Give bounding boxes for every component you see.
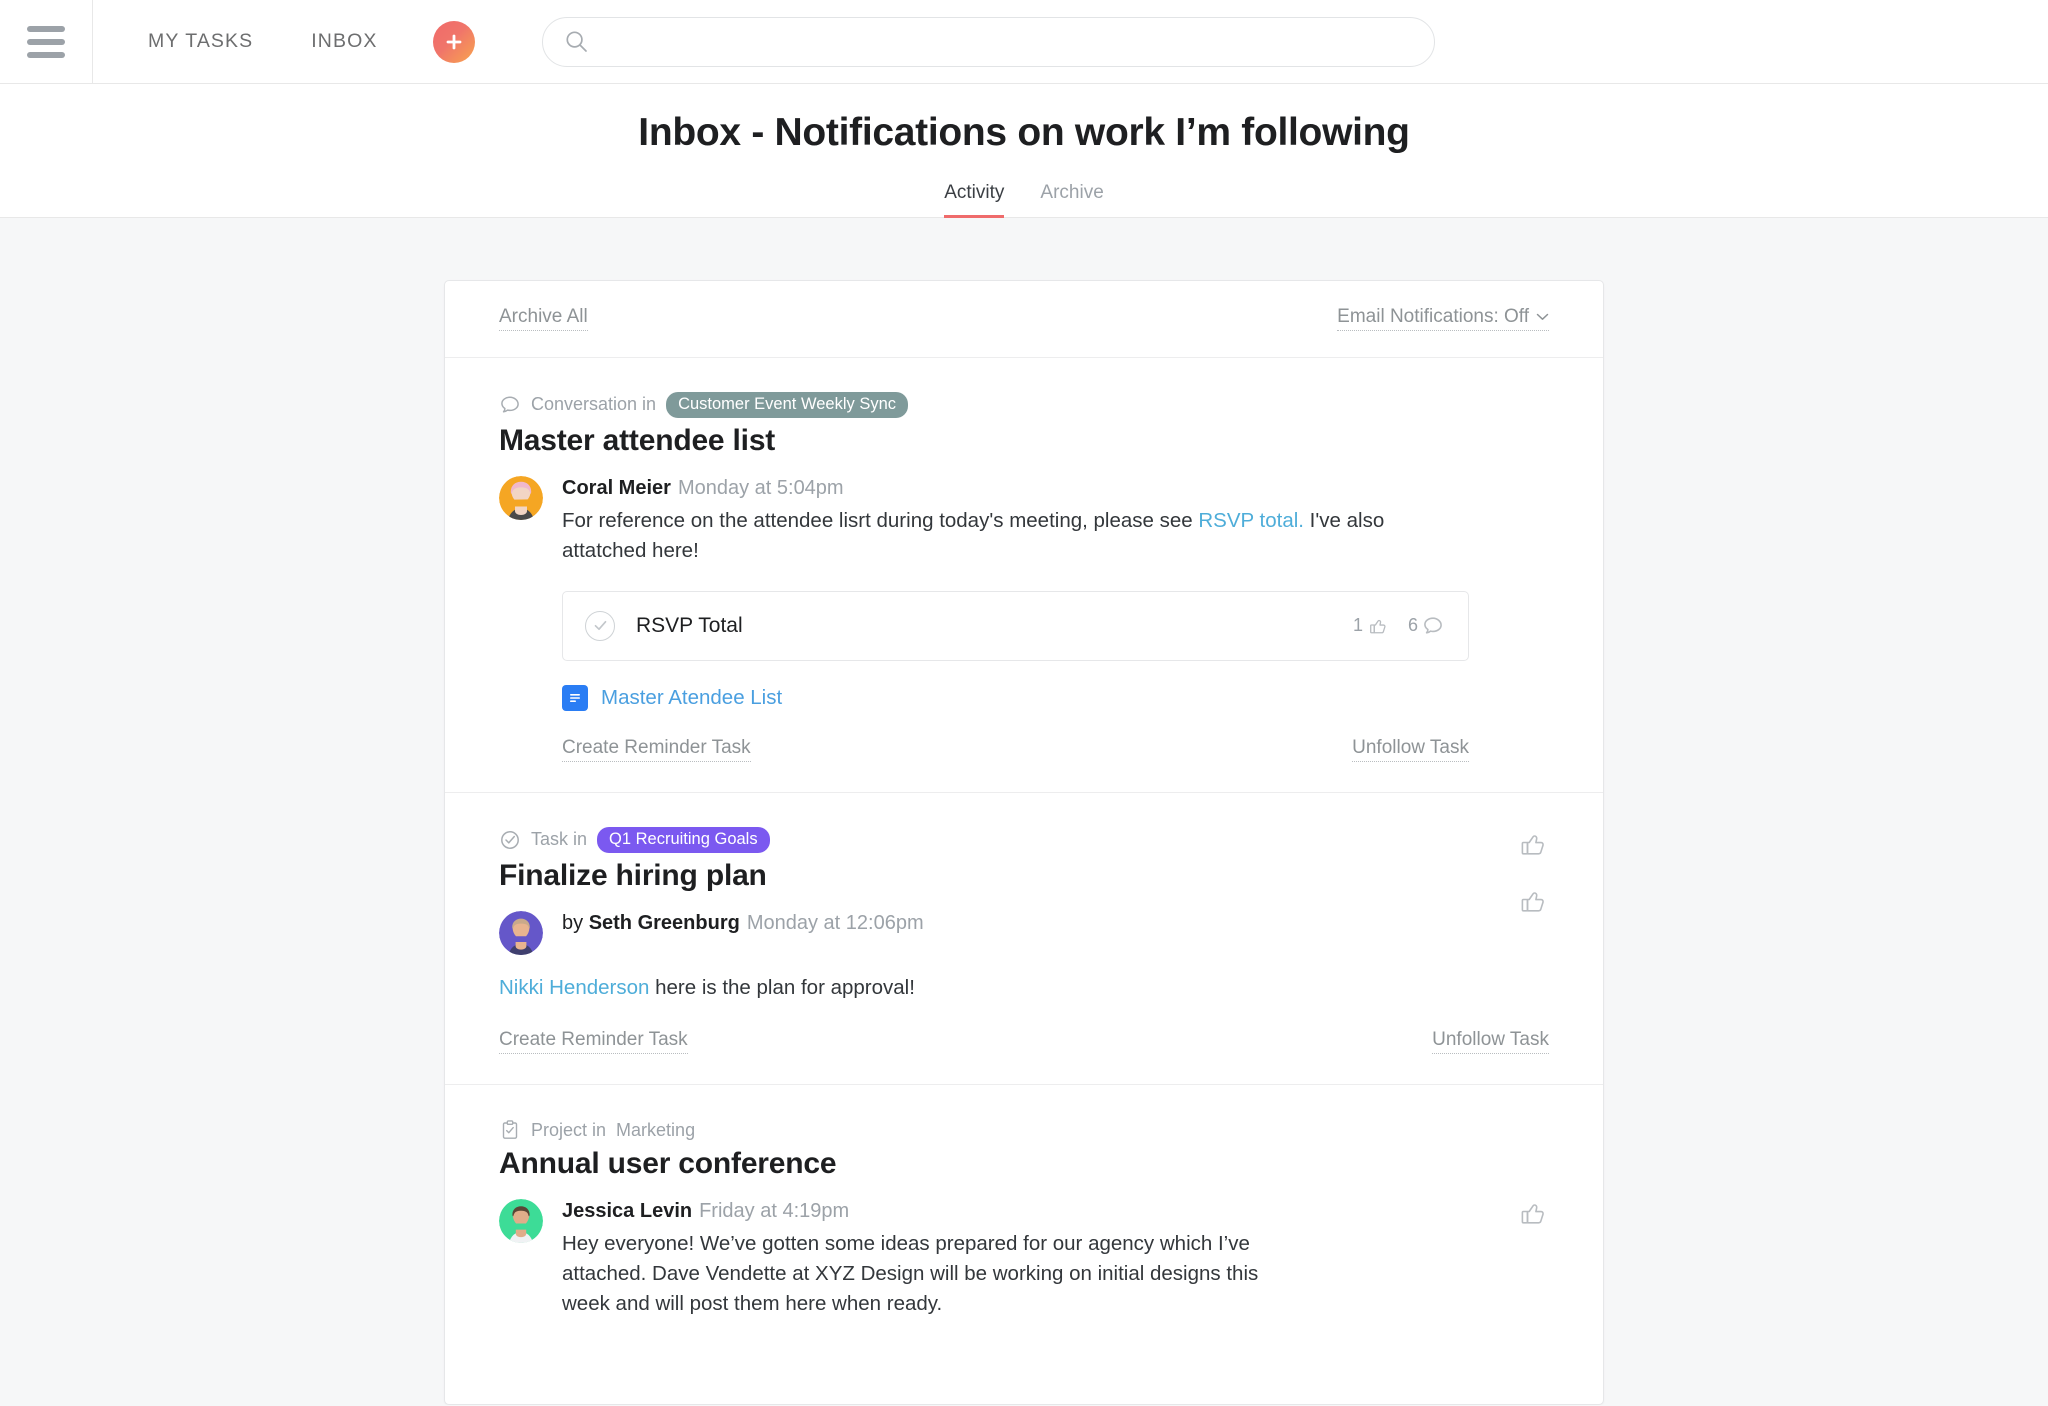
search-input[interactable]: [602, 31, 1413, 52]
main-content: Archive All Email Notifications: Off Con…: [0, 218, 2048, 1405]
notification-actions: Create Reminder Task Unfollow Task: [499, 1029, 1549, 1055]
page-title: Inbox - Notifications on work I’m follow…: [638, 111, 1410, 154]
message-body: Jessica Levin Friday at 4:19pm Hey everyo…: [562, 1197, 1549, 1319]
sidebar-toggle-button[interactable]: [0, 0, 93, 84]
message-text: Nikki Henderson here is the plan for app…: [499, 973, 1549, 1003]
notification-meta: Task in Q1 Recruiting Goals: [499, 826, 1549, 853]
check-circle-icon[interactable]: [585, 610, 615, 641]
email-notifications-dropdown[interactable]: Email Notifications: Off: [1337, 306, 1549, 332]
page-header: Inbox - Notifications on work I’m follow…: [0, 84, 2048, 218]
message-byline: Coral Meier Monday at 5:04pm: [562, 474, 1469, 503]
message-author[interactable]: Jessica Levin: [562, 1200, 692, 1222]
email-notifications-label: Email Notifications: Off: [1337, 306, 1529, 328]
create-reminder-task-button[interactable]: Create Reminder Task: [499, 1029, 688, 1055]
google-doc-icon: [562, 684, 588, 711]
thumbs-up-icon: [1521, 1204, 1544, 1224]
nav-item-my-tasks[interactable]: MY TASKS: [148, 30, 253, 53]
attached-task-name: RSVP Total: [636, 613, 743, 637]
message-byline: by Seth Greenburg Monday at 12:06pm: [562, 909, 1469, 938]
message-author[interactable]: Seth Greenburg: [589, 912, 740, 934]
attached-task-card[interactable]: RSVP Total 1 6: [562, 590, 1469, 661]
message-byline: Jessica Levin Friday at 4:19pm: [562, 1197, 1469, 1226]
like-count[interactable]: 1: [1353, 615, 1389, 637]
notification-actions: Create Reminder Task Unfollow Task: [562, 737, 1469, 762]
archive-all-label: Archive All: [499, 306, 588, 328]
notification-title[interactable]: Finalize hiring plan: [499, 859, 767, 893]
project-clipboard-icon: [499, 1119, 521, 1141]
notification-meta: Project in Marketing: [499, 1119, 1549, 1141]
notification-meta-prefix: Conversation in: [531, 394, 657, 415]
notification-item: Project in Marketing Annual user confere…: [445, 1085, 1603, 1349]
like-button[interactable]: [1517, 1197, 1549, 1234]
tab-archive[interactable]: Archive: [1040, 182, 1103, 218]
message-row: Coral Meier Monday at 5:04pm For referenc…: [499, 474, 1549, 762]
hamburger-icon: [27, 25, 65, 58]
project-pill[interactable]: Q1 Recruiting Goals: [597, 826, 770, 853]
attachment-name: Master Atendee List: [601, 685, 783, 709]
message-text: Hey everyone! We’ve gotten some ideas pr…: [562, 1232, 1259, 1316]
conversation-icon: [499, 394, 521, 416]
thumbs-up-icon: [1370, 619, 1386, 634]
message-time: Monday at 5:04pm: [677, 476, 844, 499]
thumbs-up-icon: [1521, 892, 1544, 912]
message-time: Monday at 12:06pm: [746, 911, 924, 934]
unfollow-task-button[interactable]: Unfollow Task: [1352, 737, 1469, 762]
notification-list-card: Archive All Email Notifications: Off Con…: [444, 279, 1604, 1405]
top-bar: MY TASKS INBOX: [0, 0, 2048, 84]
message-text: For reference on the attendee lisrt duri…: [562, 506, 1469, 566]
message-author[interactable]: Coral Meier: [562, 477, 671, 499]
message-text-after: here is the plan for approval!: [649, 975, 915, 999]
tab-activity[interactable]: Activity: [944, 182, 1005, 218]
message-by-prefix: by: [562, 911, 589, 934]
attachment-link[interactable]: Master Atendee List: [562, 684, 783, 711]
message-time: Friday at 4:19pm: [699, 1200, 850, 1223]
notification-item: Conversation in Customer Event Weekly Sy…: [445, 358, 1603, 855]
notification-meta: Conversation in Customer Event Weekly Sy…: [499, 391, 1549, 418]
chevron-down-icon: [1536, 314, 1549, 321]
create-reminder-task-button[interactable]: Create Reminder Task: [562, 737, 751, 762]
add-button[interactable]: [433, 20, 476, 63]
search-icon: [566, 31, 588, 52]
nav-item-inbox[interactable]: INBOX: [311, 30, 377, 53]
message-link[interactable]: RSVP total.: [1198, 509, 1304, 532]
notification-title[interactable]: Master attendee list: [499, 424, 775, 458]
notification-toolbar: Archive All Email Notifications: Off: [445, 281, 1603, 358]
comment-icon: [1424, 617, 1442, 634]
message-row: by Seth Greenburg Monday at 12:06pm: [499, 909, 1549, 955]
task-check-icon: [499, 829, 521, 851]
mention-link[interactable]: Nikki Henderson: [499, 976, 649, 999]
tab-bar: Activity Archive: [0, 181, 2048, 218]
avatar[interactable]: [499, 1199, 543, 1244]
message-body: Coral Meier Monday at 5:04pm For referenc…: [562, 474, 1549, 762]
attached-task-stats: 1 6: [1353, 615, 1444, 637]
search-bar[interactable]: [542, 16, 1436, 67]
comment-count-value: 6: [1407, 615, 1418, 636]
archive-all-button[interactable]: Archive All: [499, 306, 588, 332]
plus-icon: [447, 34, 462, 49]
project-pill[interactable]: Customer Event Weekly Sync: [666, 391, 909, 418]
notification-title[interactable]: Annual user conference: [499, 1147, 837, 1181]
comment-count[interactable]: 6: [1408, 615, 1444, 637]
project-name[interactable]: Marketing: [616, 1120, 695, 1141]
message-text-before: For reference on the attendee lisrt duri…: [562, 508, 1199, 532]
notification-item: Task in Q1 Recruiting Goals Finalize hir…: [445, 793, 1603, 1086]
message-row: Jessica Levin Friday at 4:19pm Hey everyo…: [499, 1197, 1549, 1319]
avatar[interactable]: [499, 475, 543, 520]
notification-meta-prefix: Task in: [531, 829, 588, 850]
notification-meta-prefix: Project in: [531, 1119, 607, 1140]
like-count-value: 1: [1352, 615, 1363, 636]
avatar[interactable]: [499, 910, 543, 955]
like-button[interactable]: [1517, 885, 1549, 922]
unfollow-task-button[interactable]: Unfollow Task: [1432, 1029, 1549, 1055]
message-body: by Seth Greenburg Monday at 12:06pm: [562, 909, 1549, 941]
